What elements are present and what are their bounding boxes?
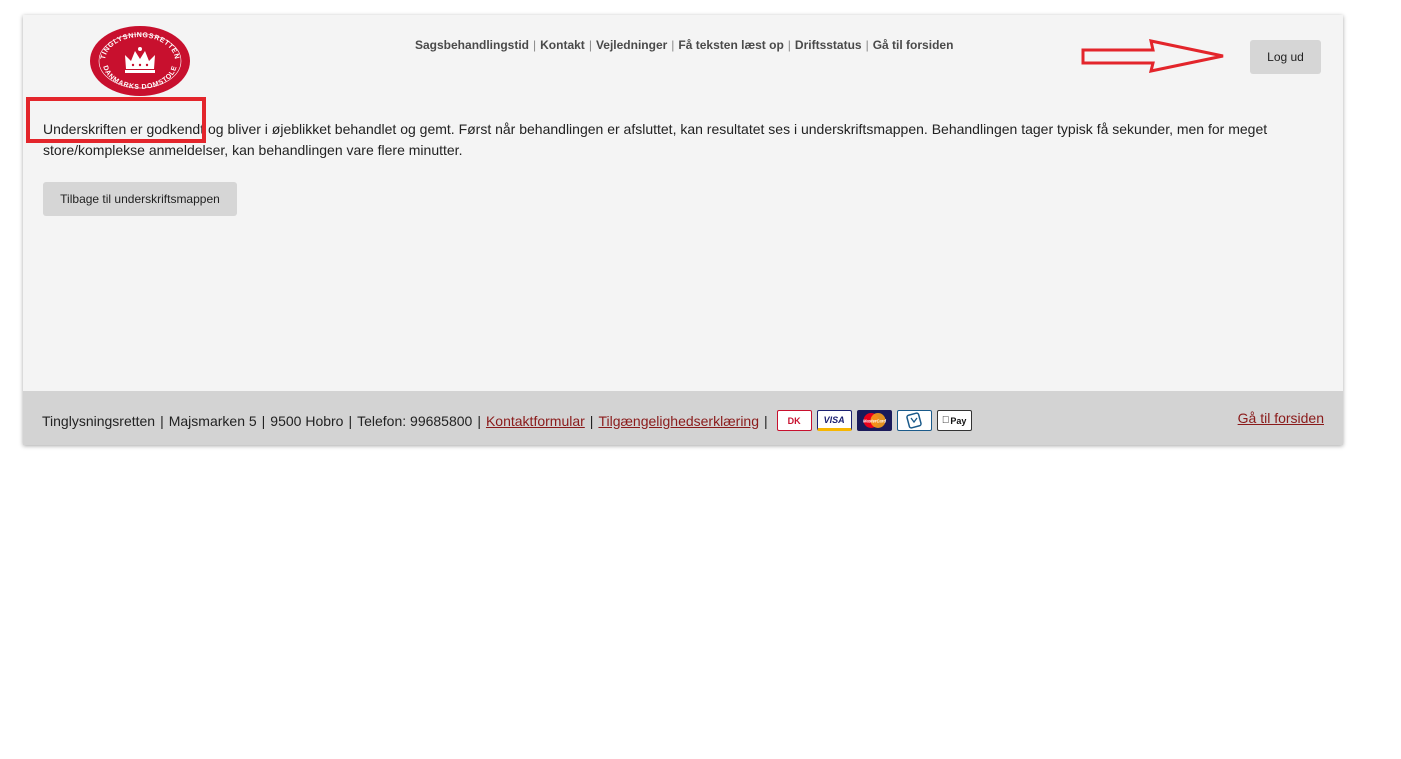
footer-separator: | xyxy=(160,412,164,429)
contact-form-link[interactable]: Kontaktformular xyxy=(486,413,585,429)
domstole-logo[interactable]: TINGLYSNINGSRETTEN DANMARKS DOMSTOLE xyxy=(89,25,191,97)
mastercard-icon: MasterCard xyxy=(856,410,892,431)
annotation-highlight-box xyxy=(26,97,206,143)
footer-city: 9500 Hobro xyxy=(270,412,344,429)
back-to-signature-folder-button[interactable]: Tilbage til underskriftsmappen xyxy=(43,182,237,216)
footer-separator: | xyxy=(589,412,594,429)
footer-home-link[interactable]: Gå til forsiden xyxy=(1238,410,1324,426)
nav-separator: | xyxy=(671,38,675,52)
status-message: Underskriften er godkendt og bliver i øj… xyxy=(43,121,1268,158)
nav-link-kontakt[interactable]: Kontakt xyxy=(540,38,585,52)
nav-link-read-aloud[interactable]: Få teksten læst op xyxy=(678,38,783,52)
visa-icon: VISA xyxy=(816,410,852,431)
payment-icons: DK VISA MasterCard Pay xyxy=(776,410,972,431)
top-nav: Sagsbehandlingstid | Kontakt | Vejledninger |… xyxy=(415,38,953,52)
footer-separator: | xyxy=(261,412,266,429)
nav-link-forside[interactable]: Gå til forsiden xyxy=(873,38,954,52)
nav-link-sagsbehandlingstid[interactable]: Sagsbehandlingstid xyxy=(415,38,529,52)
apple-pay-label: Pay xyxy=(946,415,966,426)
footer: Tinglysningsretten | Majsmarken 5 | 9500… xyxy=(23,391,1343,445)
page-card: TINGLYSNINGSRETTEN DANMARKS DOMSTOLE Sag… xyxy=(23,15,1343,445)
nav-separator: | xyxy=(787,38,791,52)
dankort-icon: DK xyxy=(776,410,812,431)
footer-info: Tinglysningsretten | Majsmarken 5 | 9500… xyxy=(42,410,972,431)
nav-link-driftsstatus[interactable]: Driftsstatus xyxy=(795,38,862,52)
mastercard-label: MasterCard xyxy=(863,419,886,424)
mobilepay-icon xyxy=(896,410,932,431)
nav-separator: | xyxy=(533,38,537,52)
apple-pay-icon: Pay xyxy=(936,410,972,431)
annotation-arrow-icon xyxy=(1081,39,1224,73)
accessibility-statement-link[interactable]: Tilgængelighedserklæring xyxy=(598,413,759,429)
logout-button[interactable]: Log ud xyxy=(1250,40,1321,74)
footer-address: Majsmarken 5 xyxy=(168,412,257,429)
footer-phone: Telefon: 99685800 xyxy=(357,412,473,429)
nav-separator: | xyxy=(588,38,592,52)
nav-separator: | xyxy=(865,38,869,52)
footer-separator: | xyxy=(348,412,353,429)
footer-separator: | xyxy=(764,412,768,429)
footer-org: Tinglysningsretten xyxy=(42,412,156,429)
nav-link-vejledninger[interactable]: Vejledninger xyxy=(596,38,667,52)
footer-separator: | xyxy=(477,412,481,429)
